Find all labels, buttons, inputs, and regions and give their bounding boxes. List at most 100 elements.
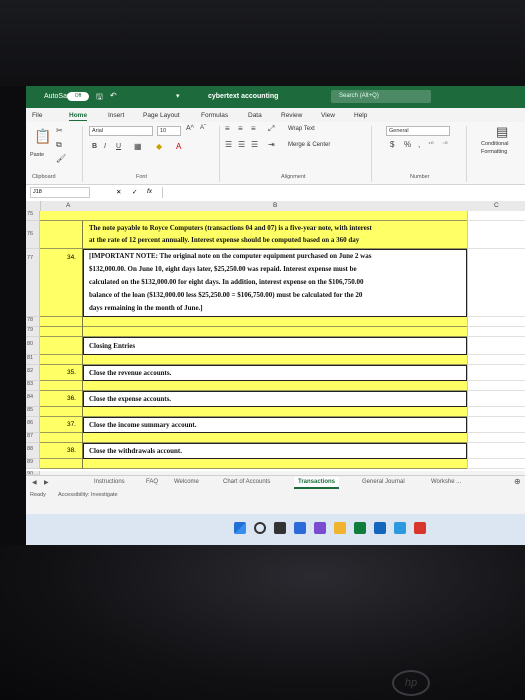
cell[interactable] (467, 433, 525, 443)
cell[interactable] (467, 317, 525, 327)
cell-a[interactable]: 37. (40, 417, 83, 433)
column-header-c[interactable]: C (494, 202, 499, 209)
increase-font-icon[interactable]: A^ (186, 125, 194, 132)
tab-file[interactable]: File (32, 112, 42, 119)
cell[interactable] (467, 407, 525, 417)
conditional-formatting-icon[interactable]: ▤ (496, 124, 508, 140)
document-title[interactable]: cybertext accounting (208, 93, 278, 100)
cut-icon[interactable]: ✂ (56, 126, 63, 135)
edge-icon[interactable] (394, 522, 406, 534)
search-input[interactable]: Search (Alt+Q) (339, 93, 379, 99)
task-text[interactable]: Close the expense accounts. (83, 395, 467, 403)
sheet-tab-chart-of-accounts[interactable]: Chart of Accounts (223, 479, 270, 485)
row-header[interactable]: 79 (26, 327, 40, 337)
cell[interactable] (467, 417, 525, 433)
row-header[interactable]: 78 (26, 317, 40, 327)
sheet-tab-general-journal[interactable]: General Journal (362, 479, 405, 485)
bold-button[interactable]: B (92, 143, 97, 150)
autosave-toggle[interactable]: Off (67, 92, 89, 101)
tab-home[interactable]: Home (69, 112, 88, 121)
cell-b-note[interactable]: [IMPORTANT NOTE: The original note on th… (83, 250, 467, 315)
align-right-icon[interactable]: ☰ (251, 140, 258, 149)
copy-icon[interactable]: ⧉ (56, 140, 62, 150)
sheet-tab-faq[interactable]: FAQ (146, 479, 158, 485)
row-header[interactable]: 77 (26, 249, 40, 317)
table-row[interactable] (40, 459, 467, 469)
cell-b-note[interactable]: The note payable to Royce Computers (tra… (83, 222, 467, 246)
decrease-decimal-icon[interactable]: ⁻⁰ (442, 141, 448, 148)
wrap-text-button[interactable]: Wrap Text (288, 126, 315, 132)
add-sheet-icon[interactable]: ⊕ (514, 477, 521, 486)
cell-a[interactable] (40, 433, 83, 443)
table-row[interactable] (40, 211, 467, 221)
borders-icon[interactable]: ▦ (134, 142, 142, 151)
tab-scroll-right-icon[interactable]: ▶ (44, 479, 49, 486)
excel-taskbar-icon[interactable] (354, 522, 366, 534)
sheet-tab-transactions[interactable]: Transactions (294, 477, 340, 489)
worksheet-grid[interactable]: 75 76 The note payable to Royce Computer… (26, 211, 525, 471)
closing-entries-heading[interactable]: Closing Entries (83, 342, 467, 350)
row-header[interactable]: 81 (26, 355, 40, 365)
cell[interactable] (467, 211, 525, 221)
cell[interactable] (467, 249, 525, 317)
table-row[interactable] (40, 317, 467, 327)
name-box[interactable]: J18 (30, 187, 90, 198)
row-header[interactable]: 88 (26, 443, 40, 459)
cell-a[interactable] (40, 407, 83, 417)
undo-icon[interactable]: ↶ (110, 91, 117, 100)
cell[interactable] (467, 221, 525, 249)
cell-a[interactable] (40, 221, 83, 249)
table-row[interactable] (40, 433, 467, 443)
orientation-icon[interactable]: ⤢ (268, 124, 274, 134)
cell[interactable] (467, 355, 525, 365)
formula-input[interactable] (162, 187, 523, 198)
table-row[interactable] (40, 381, 467, 391)
tab-review[interactable]: Review (281, 112, 302, 119)
row-header[interactable]: 85 (26, 407, 40, 417)
cell-a[interactable] (40, 317, 83, 327)
percent-button[interactable]: % (404, 140, 411, 149)
row-header[interactable]: 83 (26, 381, 40, 391)
row-header[interactable]: 84 (26, 391, 40, 407)
sheet-tab-welcome[interactable]: Welcome (174, 479, 199, 485)
sheet-tab-worksheet[interactable]: Workshe ... (431, 479, 461, 485)
task-text[interactable]: Close the income summary account. (83, 421, 467, 429)
search-box[interactable]: Search (Alt+Q) (331, 90, 431, 103)
table-row[interactable] (40, 327, 467, 337)
align-bottom-icon[interactable]: ≡ (251, 124, 256, 133)
underline-button[interactable]: U (116, 143, 121, 150)
tab-help[interactable]: Help (354, 112, 367, 119)
align-middle-icon[interactable]: ≡ (238, 124, 243, 133)
tab-page-layout[interactable]: Page Layout (143, 112, 180, 119)
task-view-icon[interactable] (274, 522, 286, 534)
cell-a[interactable] (40, 381, 83, 391)
cell-a[interactable] (40, 327, 83, 337)
number-format-select[interactable]: General (386, 126, 450, 136)
file-explorer-icon[interactable] (334, 522, 346, 534)
cell[interactable] (467, 327, 525, 337)
tab-scroll-left-icon[interactable]: ◀ (32, 479, 37, 486)
clipboard-icon[interactable]: 📋 (34, 128, 51, 145)
currency-button[interactable]: $ (390, 140, 394, 149)
select-all-corner[interactable] (26, 201, 41, 211)
cell-a[interactable]: 34. (40, 249, 83, 317)
row-header[interactable]: 86 (26, 417, 40, 433)
conditional-formatting-button[interactable]: Conditional (481, 141, 509, 147)
tab-data[interactable]: Data (248, 112, 262, 119)
merge-center-button[interactable]: Merge & Center (288, 142, 330, 148)
save-icon[interactable]: 🖫 (96, 91, 103, 105)
row-header[interactable]: 87 (26, 433, 40, 443)
cell-a[interactable] (40, 355, 83, 365)
cell-a[interactable]: 38. (40, 443, 83, 459)
cell-a[interactable]: 36. (40, 391, 83, 407)
fill-color-icon[interactable]: ◆ (156, 142, 162, 151)
cell[interactable] (467, 337, 525, 355)
column-header-b[interactable]: B (273, 202, 277, 209)
accessibility-status[interactable]: Accessibility: Investigate (58, 492, 118, 498)
widgets-icon[interactable] (294, 522, 306, 534)
enter-icon[interactable]: ✓ (132, 188, 137, 196)
row-header[interactable]: 80 (26, 337, 40, 355)
search-icon[interactable] (254, 522, 266, 534)
cell-a[interactable]: 35. (40, 365, 83, 381)
indent-icon[interactable]: ⇥ (268, 140, 275, 149)
